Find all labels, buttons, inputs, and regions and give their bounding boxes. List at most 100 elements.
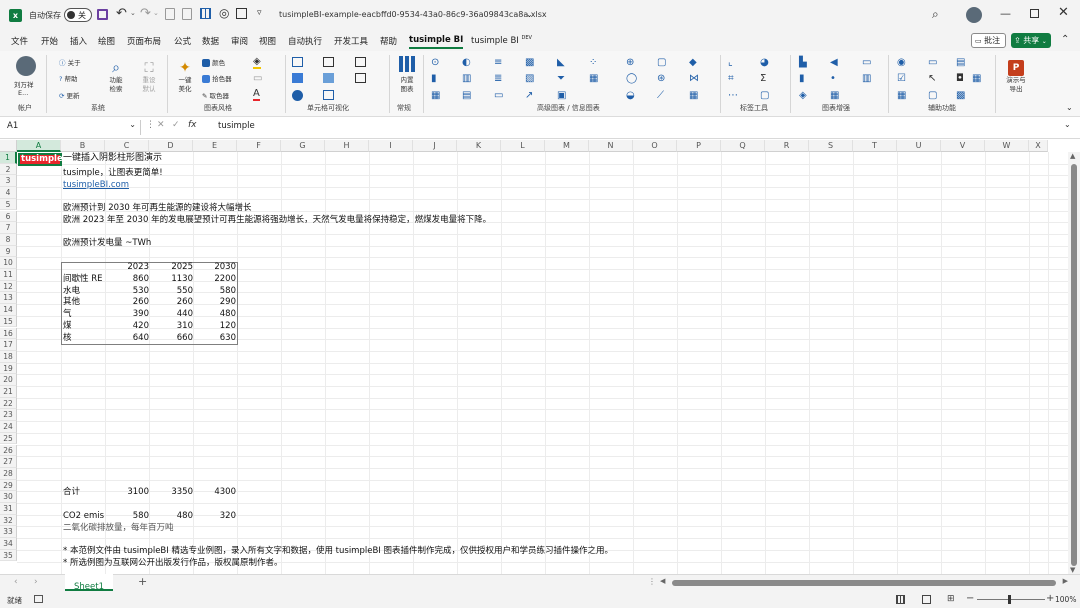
quick-icon-1[interactable] xyxy=(165,8,175,20)
label-tool-icon-1[interactable]: ⌞ xyxy=(728,57,733,68)
color-button[interactable]: 颜色 xyxy=(202,57,225,67)
redo-dropdown-icon[interactable]: ⌄ xyxy=(153,9,159,17)
table-cell[interactable]: 1130 xyxy=(150,274,193,286)
column-header[interactable]: S xyxy=(809,140,853,152)
column-header[interactable]: L xyxy=(501,140,545,152)
normal-view-icon[interactable] xyxy=(896,595,905,604)
row-header[interactable]: 34 xyxy=(0,538,17,550)
column-header[interactable]: P xyxy=(677,140,721,152)
adv-chart-icon-20[interactable]: ◒ xyxy=(626,90,635,101)
aux-icon-7[interactable]: ▩ xyxy=(956,90,965,101)
tab-file[interactable]: 文件 xyxy=(11,35,28,47)
row-header[interactable]: 24 xyxy=(0,421,17,433)
adv-chart-icon-12[interactable]: ↗ xyxy=(525,90,533,101)
column-header[interactable]: Q xyxy=(721,140,765,152)
fill-color-icon[interactable]: ◈ xyxy=(253,56,261,69)
year-header[interactable]: 2025 xyxy=(150,262,193,274)
adv-chart-icon-5[interactable]: ▥ xyxy=(462,73,471,84)
column-header[interactable]: X xyxy=(1029,140,1048,152)
font-color-icon[interactable]: A xyxy=(253,88,260,101)
present-export-button[interactable]: P 演示与 导出 xyxy=(1001,55,1031,94)
total-value[interactable]: 4300 xyxy=(193,487,236,499)
description[interactable]: 欧洲 2023 年至 2030 年的发电展望预计可再生能源将强劲增长，天然气发电… xyxy=(63,215,491,227)
co2-note[interactable]: 二氧化碳排放量，每年百万吨 xyxy=(63,523,174,535)
enhance-icon-4[interactable]: ◀ xyxy=(830,57,838,68)
name-box[interactable]: A1 ⌄ xyxy=(4,120,141,135)
tab-tusimple-bi-dev[interactable]: tusimple BI DEV xyxy=(471,35,532,46)
column-header[interactable]: F xyxy=(237,140,281,152)
table-cell[interactable]: 660 xyxy=(150,333,193,345)
filter-icon[interactable]: ⏷ xyxy=(557,73,565,84)
total-value[interactable]: 3100 xyxy=(106,487,149,499)
confirm-formula-icon[interactable]: ✓ xyxy=(172,120,180,130)
aux-icon-2[interactable]: ☑ xyxy=(897,73,906,84)
page-layout-view-icon[interactable] xyxy=(922,595,931,604)
aux-icon-4[interactable]: ▭ xyxy=(928,57,937,68)
table-row-label[interactable]: 间歇性 RE xyxy=(63,274,102,286)
avatar[interactable] xyxy=(966,7,982,23)
row-header[interactable]: 25 xyxy=(0,432,17,445)
table-row-label[interactable]: 核 xyxy=(63,333,72,345)
column-header[interactable]: I xyxy=(369,140,413,152)
adv-chart-icon-23[interactable]: ⟋ xyxy=(657,90,664,101)
cursor-icon[interactable]: ↖ xyxy=(928,73,936,84)
enhance-icon-3[interactable]: ◈ xyxy=(799,90,807,101)
row-header[interactable]: 33 xyxy=(0,526,17,539)
tab-home[interactable]: 开始 xyxy=(41,35,58,47)
sheet-subtitle[interactable]: tusimple，让图表更简单! xyxy=(63,168,163,180)
column-header[interactable]: E xyxy=(193,140,237,152)
ribbon-collapse-icon[interactable]: ⌃ xyxy=(1061,34,1069,45)
column-header[interactable]: C xyxy=(105,140,149,152)
row-header[interactable]: 12 xyxy=(0,280,17,293)
enhance-icon-8[interactable]: ▥ xyxy=(862,73,871,84)
enhance-icon-1[interactable]: ▙ xyxy=(799,57,807,68)
enhance-icon-6[interactable]: ▦ xyxy=(830,90,839,101)
table-cell[interactable]: 630 xyxy=(193,333,236,345)
tab-splitter-icon[interactable]: ⋮ xyxy=(648,577,656,586)
row-header[interactable]: 28 xyxy=(0,467,17,480)
tab-tusimple-bi[interactable]: tusimple BI xyxy=(409,35,464,49)
adv-chart-icon-2[interactable]: ▮ xyxy=(431,73,437,84)
footnote-2[interactable]: * 所选例图为互联网公开出版发行作品，版权属原制作者。 xyxy=(63,558,282,570)
sheet-title[interactable]: 一键插入阴影柱形图演示 xyxy=(63,153,162,165)
row-header[interactable]: 16 xyxy=(0,327,17,340)
column-header[interactable]: G xyxy=(281,140,325,152)
total-value[interactable]: 3350 xyxy=(150,487,193,499)
insert-function-icon[interactable]: fx xyxy=(188,120,197,130)
website-link[interactable]: tusimpleBI.com xyxy=(63,180,129,192)
zoom-out-icon[interactable]: − xyxy=(966,593,974,604)
year-header[interactable]: 2030 xyxy=(193,262,236,274)
tab-formulas[interactable]: 公式 xyxy=(174,35,191,47)
scroll-right-icon[interactable]: ▶ xyxy=(1063,577,1068,585)
redo-icon[interactable]: ↷ xyxy=(140,6,151,21)
table-row-label[interactable]: 其他 xyxy=(63,297,80,309)
vertical-scrollbar[interactable]: ▲ ▼ xyxy=(1068,152,1080,574)
account-avatar[interactable] xyxy=(16,56,36,76)
cell-viz-icon-1[interactable] xyxy=(292,57,303,67)
title-dropdown-icon[interactable]: ⌄ xyxy=(526,10,533,19)
customize-qat-icon[interactable]: ▿ xyxy=(257,8,262,18)
adv-chart-icon-1[interactable]: ⊙ xyxy=(431,57,439,68)
adv-chart-icon-9[interactable]: ▭ xyxy=(494,90,503,101)
adv-chart-icon-17[interactable]: ▦ xyxy=(589,73,598,84)
table-row-label[interactable]: 气 xyxy=(63,309,72,321)
column-header[interactable]: U xyxy=(897,140,941,152)
adv-chart-icon-8[interactable]: ≣ xyxy=(494,73,502,84)
adv-chart-icon-22[interactable]: ⊛ xyxy=(657,73,665,84)
ribbon-expand-icon[interactable]: ⌄ xyxy=(1066,103,1073,112)
table-cell[interactable]: 550 xyxy=(150,286,193,298)
table-cell[interactable]: 420 xyxy=(106,321,149,333)
label-tool-icon-2[interactable]: ⌗ xyxy=(728,73,734,84)
table-cell[interactable]: 290 xyxy=(193,297,236,309)
enhance-icon-2[interactable]: ▮ xyxy=(799,73,805,84)
row-header[interactable]: 10 xyxy=(0,257,17,269)
row-header[interactable]: 32 xyxy=(0,514,17,527)
co2-label[interactable]: CO2 emis: xyxy=(63,511,105,523)
about-button[interactable]: ⓘ 关于 xyxy=(59,57,81,67)
zoom-slider-thumb[interactable] xyxy=(1008,595,1011,604)
vertical-scroll-thumb[interactable] xyxy=(1071,164,1077,566)
touch-mode-icon[interactable]: ◎ xyxy=(219,6,229,20)
builtin-chart-button[interactable]: 内置 图表 xyxy=(394,56,420,94)
undo-icon[interactable]: ↶ xyxy=(116,6,127,21)
sum-icon[interactable]: Σ xyxy=(760,73,766,84)
